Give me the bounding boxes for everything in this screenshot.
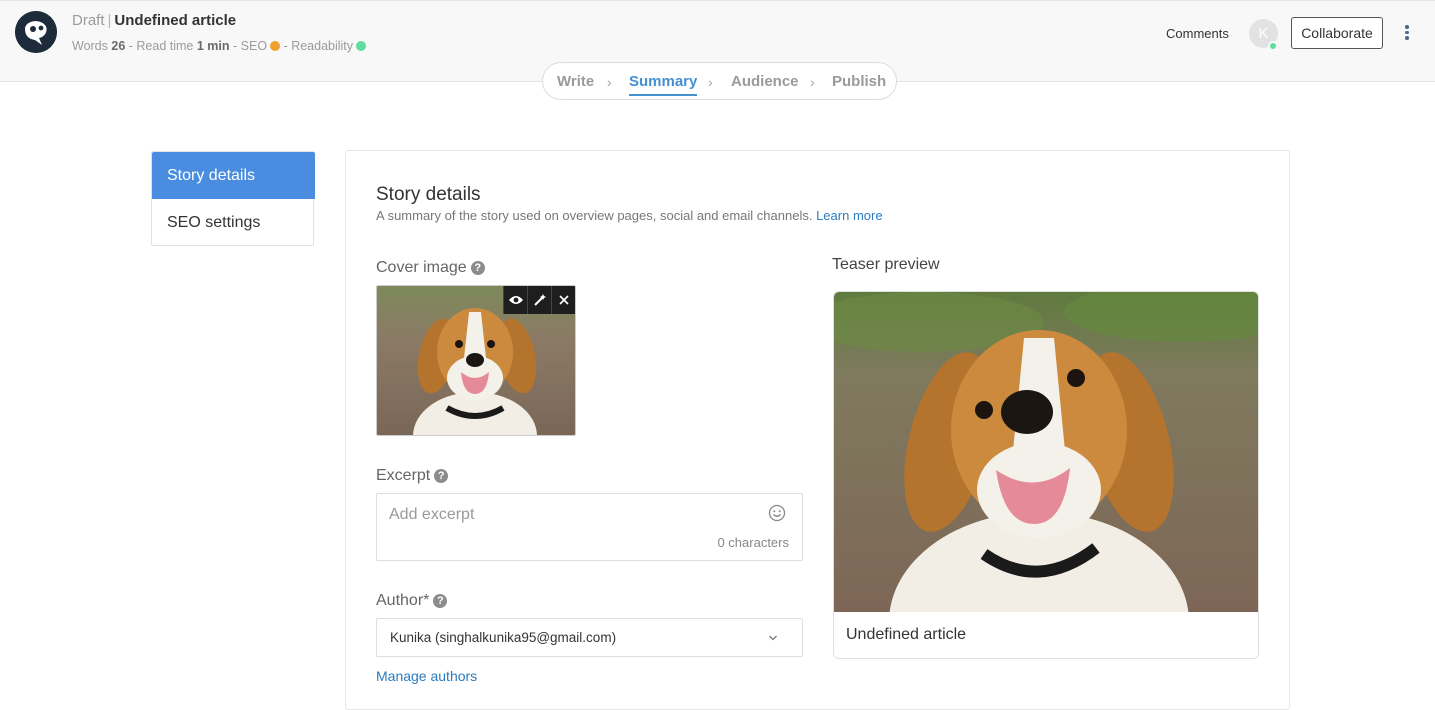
teaser-preview-card: Undefined article xyxy=(833,291,1259,659)
word-count: 26 xyxy=(111,39,126,53)
read-time-label: Read time xyxy=(136,39,194,53)
preview-eye-icon[interactable] xyxy=(503,286,527,314)
character-count: 0 characters xyxy=(717,535,789,550)
readability-status-dot xyxy=(356,41,367,51)
excerpt-label-text: Excerpt xyxy=(376,467,431,484)
chevron-right-icon: › xyxy=(708,74,713,90)
excerpt-field: 0 characters xyxy=(376,493,803,561)
read-time: 1 min xyxy=(196,39,230,53)
draft-status: Draft xyxy=(72,12,105,29)
chevron-down-icon xyxy=(769,635,777,641)
description-text: A summary of the story used on overview … xyxy=(376,208,813,223)
teaser-title: Undefined article xyxy=(846,626,967,643)
app-logo[interactable] xyxy=(15,11,57,53)
manage-authors-link[interactable]: Manage authors xyxy=(376,668,477,684)
help-icon[interactable]: ? xyxy=(433,594,448,608)
seo-status-dot xyxy=(270,41,281,51)
seo-label[interactable]: SEO xyxy=(241,39,267,53)
cover-image-label: Cover image? xyxy=(376,259,485,277)
document-title: Draft | Undefined article xyxy=(72,12,237,29)
words-label: Words xyxy=(72,39,108,53)
author-label-text: Author* xyxy=(376,592,430,609)
settings-sidebar: Story details SEO settings xyxy=(151,151,315,246)
collaborate-button[interactable]: Collaborate xyxy=(1291,17,1383,49)
document-meta: Words 26 - Read time 1 min - SEO - Reada… xyxy=(72,39,367,53)
more-options-icon[interactable] xyxy=(1398,23,1416,45)
author-select[interactable]: Kunika (singhalkunika95@gmail.com) xyxy=(376,618,803,657)
author-selected-value: Kunika (singhalkunika95@gmail.com) xyxy=(390,630,617,645)
step-audience[interactable]: Audience xyxy=(731,73,799,90)
step-publish[interactable]: Publish xyxy=(832,73,886,90)
chevron-right-icon: › xyxy=(607,74,612,90)
readability-label[interactable]: Readability xyxy=(291,39,353,53)
sidebar-item-seo-settings[interactable]: SEO settings xyxy=(152,199,315,246)
sidebar-item-story-details[interactable]: Story details xyxy=(152,152,315,199)
teaser-preview-label: Teaser preview xyxy=(832,256,940,273)
workflow-stepper: Write › Summary › Audience › Publish xyxy=(542,62,897,100)
cover-image-label-text: Cover image xyxy=(376,259,467,276)
section-title: Story details xyxy=(376,184,481,205)
teaser-image xyxy=(834,292,1258,612)
section-description: A summary of the story used on overview … xyxy=(376,208,883,223)
help-icon[interactable]: ? xyxy=(470,261,485,275)
step-summary[interactable]: Summary xyxy=(629,73,698,96)
comments-link[interactable]: Comments xyxy=(1166,26,1229,41)
emoji-icon[interactable] xyxy=(768,504,786,522)
magic-wand-icon[interactable] xyxy=(527,286,551,314)
excerpt-label: Excerpt? xyxy=(376,467,449,485)
excerpt-input[interactable] xyxy=(389,504,759,526)
step-write[interactable]: Write xyxy=(557,73,594,90)
chevron-right-icon: › xyxy=(810,74,815,90)
author-label: Author*? xyxy=(376,592,448,610)
help-icon[interactable]: ? xyxy=(434,469,449,483)
article-title[interactable]: Undefined article xyxy=(114,12,236,29)
cover-image[interactable] xyxy=(376,285,576,436)
close-icon[interactable] xyxy=(551,286,575,314)
cover-image-toolbar xyxy=(503,286,575,314)
learn-more-link[interactable]: Learn more xyxy=(816,208,882,223)
online-status-dot xyxy=(1268,41,1278,51)
